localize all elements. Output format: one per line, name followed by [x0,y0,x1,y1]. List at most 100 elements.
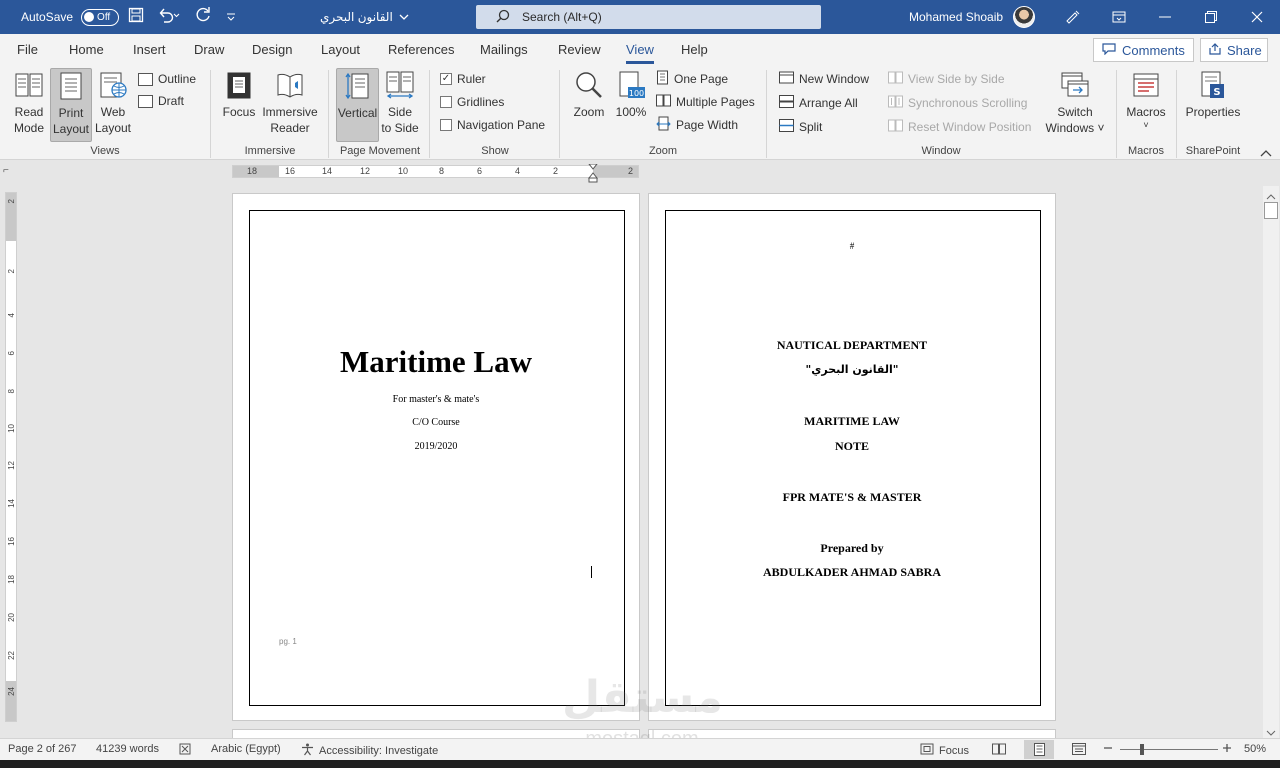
one-page-button[interactable]: One Page [656,70,728,88]
print-layout-button[interactable]: Print Layout [50,68,92,142]
tab-mailings[interactable]: Mailings [480,42,528,57]
hash-mark: # [849,241,855,251]
zoom-100-button[interactable]: 100 100% [613,68,649,120]
macros-button[interactable]: Macros ˅ [1124,68,1168,130]
tab-help[interactable]: Help [681,42,708,57]
focus-mode-button[interactable]: Focus [920,743,969,758]
tab-layout[interactable]: Layout [321,42,360,57]
customize-qat-icon[interactable] [226,9,236,26]
zoom-percentage[interactable]: 50% [1244,743,1266,755]
tab-draw[interactable]: Draw [194,42,224,57]
properties-label: Properties [1185,105,1241,119]
collapse-ribbon-icon[interactable] [1260,146,1272,160]
page-count[interactable]: Page 2 of 267 [8,743,77,755]
properties-button[interactable]: S Properties [1183,68,1243,120]
word-count[interactable]: 41239 words [96,743,159,755]
ruler-number: 8 [439,166,445,176]
vertical-scrollbar[interactable] [1263,186,1279,738]
ruler-number: 4 [515,166,521,176]
switch-windows-label-1: Switch [1057,105,1093,119]
immersive-reader-button[interactable]: Immersive Reader [261,68,319,136]
tab-selector[interactable]: ⌐ [3,165,17,179]
new-window-label: New Window [799,72,870,86]
language-status[interactable]: Arabic (Egypt) [211,743,281,755]
chevron-down-icon[interactable] [399,10,409,24]
save-icon[interactable] [128,7,144,27]
read-mode-status-icon[interactable] [992,743,1006,755]
tab-design[interactable]: Design [252,42,292,57]
ruler-number: 2 [7,269,16,274]
page-width-button[interactable]: Page Width [656,116,738,134]
arrange-all-button[interactable]: Arrange All [779,94,858,112]
horizontal-ruler[interactable]: 18 16 14 12 10 8 6 4 2 2 [232,163,639,183]
draft-button[interactable]: Draft [138,92,184,110]
vertical-ruler[interactable]: 2 2 4 6 8 10 12 14 16 18 20 22 24 [5,192,17,722]
zoom-button[interactable]: Zoom [569,68,609,120]
minimize-icon[interactable] [1142,0,1188,34]
designer-pen-icon[interactable] [1050,0,1096,34]
ruler-number: 12 [7,461,16,470]
read-mode-button[interactable]: Read Mode [9,68,49,136]
share-button[interactable]: Share [1200,38,1268,62]
immersive-reader-label-1: Immersive [262,105,318,119]
search-placeholder: Search (Alt+Q) [522,10,602,24]
view-side-by-side-label: View Side by Side [908,72,1005,86]
document-page-2[interactable]: # NAUTICAL DEPARTMENT "القانون البحري" M… [648,193,1056,721]
note-heading: NOTE [834,439,869,453]
view-side-by-side-button[interactable]: View Side by Side [888,70,1005,88]
search-box[interactable]: Search (Alt+Q) [476,5,821,29]
avatar[interactable] [1013,6,1036,28]
tab-view[interactable]: View [626,42,654,64]
undo-icon[interactable] [158,7,180,27]
redo-icon[interactable] [194,7,212,27]
arrange-all-icon [779,95,794,111]
autosave-toggle[interactable]: Off [81,8,120,26]
group-separator [559,70,560,158]
vertical-button[interactable]: Vertical [336,68,379,142]
tab-references[interactable]: References [388,42,454,57]
switch-windows-button[interactable]: Switch Windows ˅ [1043,68,1107,136]
ruler-checkbox[interactable]: ✓ Ruler [440,70,486,88]
zoom-in-icon[interactable] [1222,743,1232,753]
ribbon-display-options-icon[interactable] [1096,0,1142,34]
close-icon[interactable] [1234,0,1280,34]
web-layout-button[interactable]: Web Layout [93,68,133,136]
gridlines-checkbox[interactable]: Gridlines [440,93,504,111]
ruler-number: 22 [7,651,16,660]
tab-home[interactable]: Home [69,42,104,57]
ruler-number: 6 [477,166,483,176]
web-layout-label-1: Web [100,105,126,119]
tab-file[interactable]: File [17,42,38,57]
split-button[interactable]: Split [779,118,822,136]
synchronous-scrolling-button[interactable]: Synchronous Scrolling [888,94,1027,112]
document-title[interactable]: القانون البحري [320,10,393,24]
new-window-button[interactable]: New Window [779,70,869,88]
scroll-thumb[interactable] [1264,202,1278,219]
zoom-out-icon[interactable] [1103,743,1113,753]
svg-text:100: 100 [629,89,644,98]
zoom-slider-thumb[interactable] [1140,744,1144,755]
tab-insert[interactable]: Insert [133,42,166,57]
zoom-slider[interactable] [1120,749,1218,750]
focus-button[interactable]: Focus [219,68,259,120]
multiple-pages-button[interactable]: Multiple Pages [656,93,755,111]
ruler-number: 10 [398,166,409,176]
toggle-knob [84,12,95,22]
comments-button[interactable]: Comments [1093,38,1194,62]
print-layout-status-icon[interactable] [1024,740,1054,759]
document-page-1[interactable]: Maritime Law For master's & mate's C/O C… [232,193,640,721]
tab-review[interactable]: Review [558,42,601,57]
indent-marker-icon[interactable] [587,163,599,186]
taskbar [0,760,1280,768]
reset-window-position-button[interactable]: Reset Window Position [888,118,1031,136]
side-to-side-button[interactable]: Side to Side [380,68,420,136]
user-name[interactable]: Mohamed Shoaib [909,10,1003,24]
accessibility-status[interactable]: Accessibility: Investigate [301,743,438,759]
view-side-by-side-icon [888,71,903,87]
navigation-pane-checkbox[interactable]: Navigation Pane [440,116,545,134]
side-to-side-label-2: to Side [381,121,419,135]
outline-button[interactable]: Outline [138,70,196,88]
proofing-status[interactable] [179,743,193,758]
web-layout-status-icon[interactable] [1072,743,1086,755]
restore-icon[interactable] [1188,0,1234,34]
